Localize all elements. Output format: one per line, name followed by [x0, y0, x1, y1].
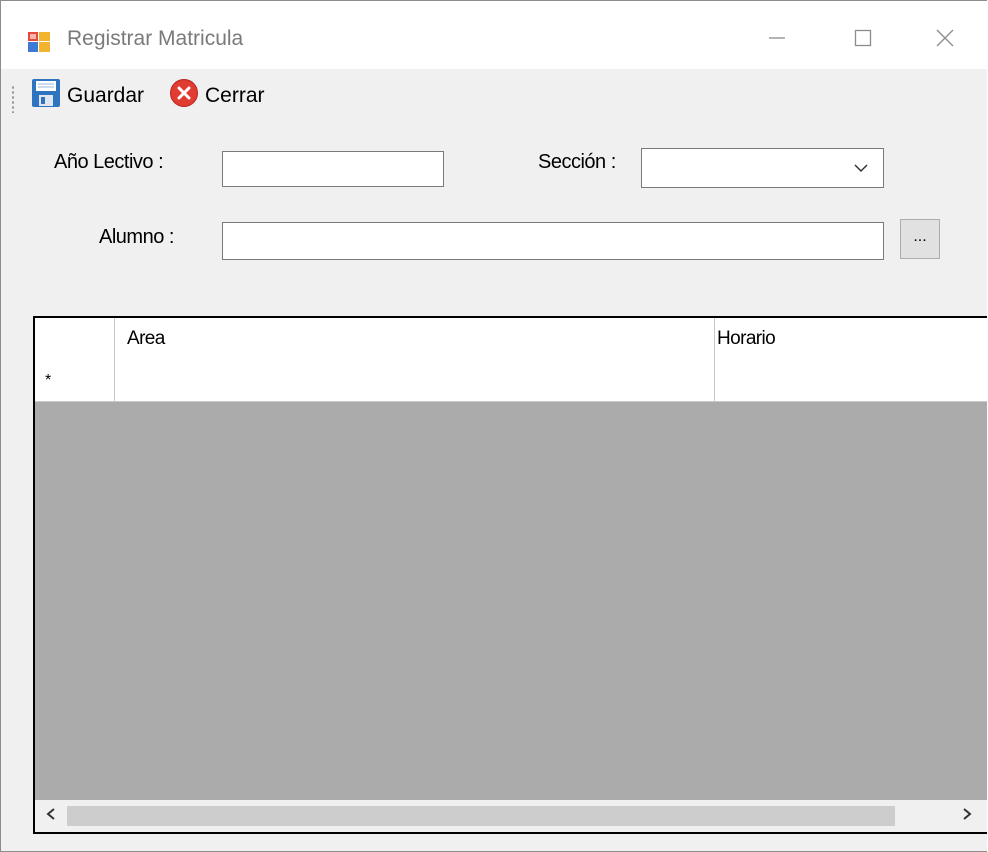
table-row-new[interactable]: * — [35, 360, 987, 402]
grid-header: Area Horario — [35, 318, 987, 361]
horizontal-scrollbar[interactable] — [35, 800, 987, 832]
chevron-down-icon — [853, 161, 869, 179]
title-bar[interactable]: Registrar Matricula — [1, 1, 987, 69]
maximize-icon — [853, 28, 873, 53]
cell-area-new[interactable] — [115, 360, 715, 401]
subjects-grid[interactable]: Area Horario * — [33, 316, 987, 834]
minimize-icon — [767, 28, 787, 53]
student-label: Alumno : — [99, 226, 174, 248]
grid-corner-header[interactable] — [35, 318, 115, 360]
year-label: Año Lectivo : — [54, 151, 164, 173]
toolbar: Guardar Cerrar — [1, 69, 987, 121]
toolbar-grip[interactable] — [11, 85, 15, 113]
close-window-button[interactable] — [913, 11, 977, 69]
browse-student-button[interactable]: ... — [900, 219, 940, 259]
save-button-label: Guardar — [67, 84, 145, 107]
student-input[interactable] — [222, 222, 884, 260]
close-form-label: Cerrar — [205, 84, 265, 107]
window-title: Registrar Matricula — [67, 27, 244, 50]
close-icon — [935, 28, 955, 53]
minimize-button[interactable] — [745, 11, 809, 69]
year-input[interactable] — [222, 151, 444, 187]
section-select[interactable] — [641, 148, 884, 188]
chevron-left-icon — [45, 807, 57, 826]
maximize-button[interactable] — [831, 11, 895, 69]
scroll-left-button[interactable] — [35, 800, 67, 832]
registrar-matricula-window: Registrar Matricula Guardar Cerrar Año L… — [0, 0, 987, 852]
cell-horario-new[interactable] — [715, 360, 987, 401]
scroll-thumb[interactable] — [67, 806, 895, 826]
save-button[interactable]: Guardar — [31, 79, 144, 113]
section-label: Sección : — [538, 151, 616, 173]
new-row-marker[interactable]: * — [35, 360, 115, 401]
close-form-button[interactable]: Cerrar — [169, 79, 265, 113]
floppy-disk-icon — [31, 78, 61, 114]
chevron-right-icon — [961, 807, 973, 826]
form-app-icon — [27, 30, 51, 54]
scroll-right-button[interactable] — [951, 800, 983, 832]
column-header-horario[interactable]: Horario — [715, 318, 987, 360]
column-header-area[interactable]: Area — [115, 318, 715, 360]
red-x-circle-icon — [169, 78, 199, 114]
